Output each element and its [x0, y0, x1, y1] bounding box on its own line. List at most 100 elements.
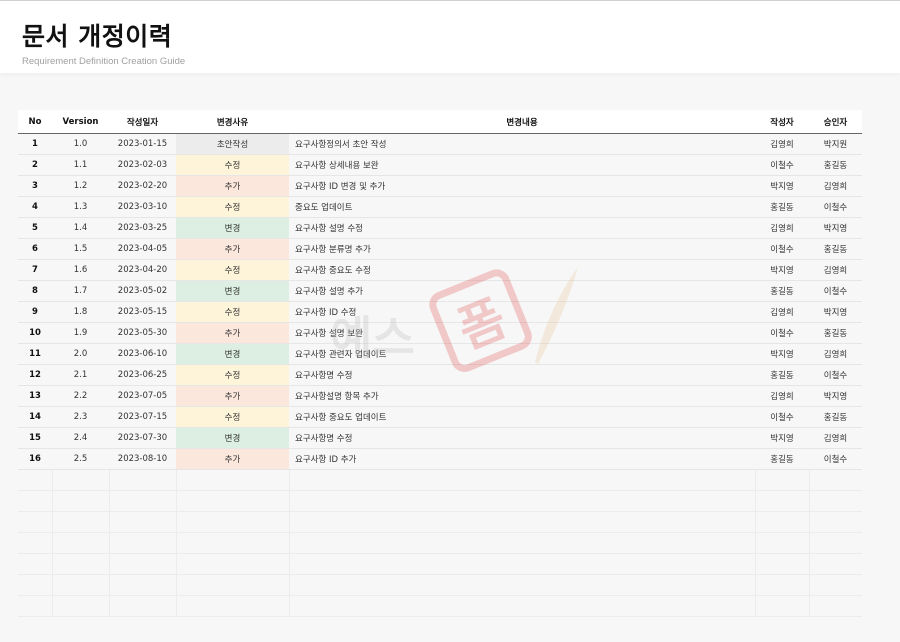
cell-approver: 김영희 — [809, 175, 862, 197]
empty-table-row — [18, 595, 862, 617]
table-row[interactable]: 16 2.5 2023-08-10 추가 요구사항 ID 추가 홍길동 이철수 — [18, 448, 862, 470]
cell-version: 2.2 — [52, 385, 109, 407]
cell-no: 15 — [18, 427, 52, 449]
cell-version: 1.7 — [52, 280, 109, 302]
column-header-date[interactable]: 작성일자 — [109, 110, 176, 134]
cell-no: 5 — [18, 217, 52, 239]
cell-reason: 추가 — [176, 448, 289, 470]
cell-reason: 수정 — [176, 259, 289, 281]
table-row[interactable]: 4 1.3 2023-03-10 수정 중요도 업데이트 홍길동 이철수 — [18, 196, 862, 218]
cell-author: 박지영 — [755, 259, 809, 281]
empty-table-row — [18, 532, 862, 554]
cell-version: 1.2 — [52, 175, 109, 197]
cell-content: 요구사항 ID 변경 및 추가 — [289, 175, 755, 197]
column-header-content[interactable]: 변경내용 — [289, 110, 755, 134]
table-row[interactable]: 10 1.9 2023-05-30 추가 요구사항 설명 보완 이철수 홍길동 — [18, 322, 862, 344]
table-row[interactable]: 2 1.1 2023-02-03 수정 요구사항 상세내용 보완 이철수 홍길동 — [18, 154, 862, 176]
cell-no: 8 — [18, 280, 52, 302]
cell-version: 1.5 — [52, 238, 109, 260]
cell-reason: 변경 — [176, 427, 289, 449]
table-row[interactable]: 11 2.0 2023-06-10 변경 요구사항 관련자 업데이트 박지영 김영희 — [18, 343, 862, 365]
table-row[interactable]: 14 2.3 2023-07-15 수정 요구사항 중요도 업데이트 이철수 홍길동 — [18, 406, 862, 428]
column-header-no[interactable]: No — [18, 110, 52, 134]
cell-content: 요구사항 ID 수정 — [289, 301, 755, 323]
table-header-row: No Version 작성일자 변경사유 변경내용 작성자 승인자 — [18, 110, 862, 134]
empty-cell — [175, 574, 289, 596]
column-header-approver[interactable]: 승인자 — [809, 110, 862, 134]
cell-version: 1.6 — [52, 259, 109, 281]
table-row[interactable]: 7 1.6 2023-04-20 수정 요구사항 중요도 수정 박지영 김영희 — [18, 259, 862, 281]
cell-date: 2023-07-30 — [109, 427, 176, 449]
empty-cell — [18, 595, 52, 617]
cell-version: 1.4 — [52, 217, 109, 239]
empty-cell — [808, 595, 862, 617]
empty-table-row — [18, 469, 862, 491]
cell-date: 2023-05-02 — [109, 280, 176, 302]
empty-cell — [18, 469, 52, 491]
empty-cell — [808, 532, 862, 554]
cell-date: 2023-03-10 — [109, 196, 176, 218]
page-subtitle: Requirement Definition Creation Guide — [22, 56, 186, 67]
table-row[interactable]: 1 1.0 2023-01-15 초안작성 요구사항정의서 초안 작성 김영희 박지원 — [18, 133, 862, 155]
cell-approver: 박지원 — [809, 133, 862, 155]
cell-version: 1.3 — [52, 196, 109, 218]
table-row[interactable]: 13 2.2 2023-07-05 추가 요구사항설명 항목 추가 김영희 박지영 — [18, 385, 862, 407]
empty-cell — [808, 469, 862, 491]
table-row[interactable]: 12 2.1 2023-06-25 수정 요구사항명 수정 홍길동 이철수 — [18, 364, 862, 386]
cell-author: 박지영 — [755, 343, 809, 365]
cell-date: 2023-07-15 — [109, 406, 176, 428]
cell-no: 9 — [18, 301, 52, 323]
empty-cell — [808, 490, 862, 512]
cell-content: 요구사항 상세내용 보완 — [289, 154, 755, 176]
cell-author: 이철수 — [755, 406, 809, 428]
cell-author: 박지영 — [755, 175, 809, 197]
empty-cell — [288, 574, 755, 596]
cell-content: 중요도 업데이트 — [289, 196, 755, 218]
empty-cell — [18, 574, 52, 596]
cell-no: 2 — [18, 154, 52, 176]
cell-approver: 이철수 — [809, 448, 862, 470]
empty-cell — [51, 469, 109, 491]
empty-cell — [288, 595, 755, 617]
empty-cell — [51, 595, 109, 617]
cell-approver: 이철수 — [809, 280, 862, 302]
column-header-version[interactable]: Version — [52, 110, 109, 134]
cell-date: 2023-02-03 — [109, 154, 176, 176]
cell-reason: 수정 — [176, 406, 289, 428]
table-row[interactable]: 3 1.2 2023-02-20 추가 요구사항 ID 변경 및 추가 박지영 김영희 — [18, 175, 862, 197]
empty-cell — [754, 595, 809, 617]
table-row[interactable]: 9 1.8 2023-05-15 수정 요구사항 ID 수정 김영희 박지영 — [18, 301, 862, 323]
table-row[interactable]: 15 2.4 2023-07-30 변경 요구사항명 수정 박지영 김영희 — [18, 427, 862, 449]
cell-reason: 수정 — [176, 301, 289, 323]
empty-table-row — [18, 511, 862, 533]
column-header-reason[interactable]: 변경사유 — [176, 110, 289, 134]
empty-cell — [754, 574, 809, 596]
cell-content: 요구사항 관련자 업데이트 — [289, 343, 755, 365]
table-row[interactable]: 8 1.7 2023-05-02 변경 요구사항 설명 추가 홍길동 이철수 — [18, 280, 862, 302]
cell-content: 요구사항 중요도 업데이트 — [289, 406, 755, 428]
cell-date: 2023-05-30 — [109, 322, 176, 344]
cell-no: 1 — [18, 133, 52, 155]
column-header-author[interactable]: 작성자 — [755, 110, 809, 134]
cell-reason: 수정 — [176, 154, 289, 176]
empty-cell — [808, 511, 862, 533]
cell-version: 2.3 — [52, 406, 109, 428]
cell-no: 12 — [18, 364, 52, 386]
cell-version: 2.4 — [52, 427, 109, 449]
empty-cell — [18, 553, 52, 575]
cell-content: 요구사항설명 항목 추가 — [289, 385, 755, 407]
cell-version: 2.5 — [52, 448, 109, 470]
cell-content: 요구사항 분류명 추가 — [289, 238, 755, 260]
cell-reason: 수정 — [176, 196, 289, 218]
empty-cell — [108, 553, 176, 575]
cell-version: 2.1 — [52, 364, 109, 386]
cell-date: 2023-08-10 — [109, 448, 176, 470]
cell-no: 13 — [18, 385, 52, 407]
table-row[interactable]: 5 1.4 2023-03-25 변경 요구사항 설명 수정 김영희 박지영 — [18, 217, 862, 239]
cell-reason: 추가 — [176, 238, 289, 260]
table-row[interactable]: 6 1.5 2023-04-05 추가 요구사항 분류명 추가 이철수 홍길동 — [18, 238, 862, 260]
empty-cell — [175, 553, 289, 575]
cell-author: 김영희 — [755, 217, 809, 239]
cell-author: 홍길동 — [755, 448, 809, 470]
cell-version: 1.0 — [52, 133, 109, 155]
